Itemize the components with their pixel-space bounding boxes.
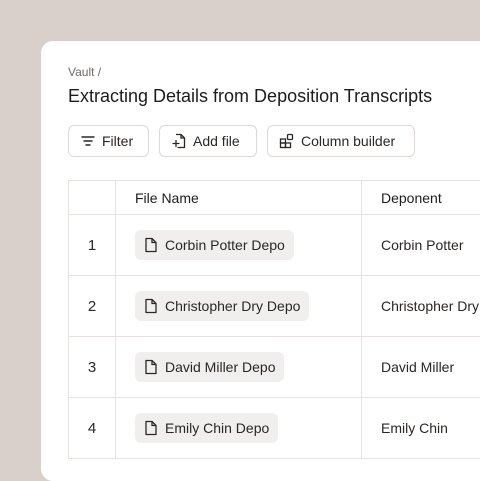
file-name-cell: Christopher Dry Depo — [116, 276, 362, 336]
filter-icon — [81, 136, 95, 146]
row-index: 3 — [69, 337, 116, 397]
header-file-name[interactable]: File Name — [116, 181, 362, 214]
deponent-cell: Corbin Potter — [381, 237, 464, 253]
table-row[interactable]: 2 Christopher Dry Depo Christopher Dry — [69, 276, 480, 337]
document-icon — [145, 298, 157, 314]
file-chip-label: Christopher Dry Depo — [165, 298, 301, 314]
row-index: 1 — [69, 215, 116, 275]
file-name-cell: Emily Chin Depo — [116, 398, 362, 458]
row-index: 2 — [69, 276, 116, 336]
file-chip[interactable]: David Miller Depo — [135, 352, 285, 382]
add-file-icon — [172, 133, 186, 149]
file-chip-label: Corbin Potter Depo — [165, 237, 285, 253]
column-builder-button[interactable]: Column builder — [267, 125, 415, 157]
file-chip-label: Emily Chin Depo — [165, 420, 270, 436]
filter-button[interactable]: Filter — [68, 125, 149, 157]
file-name-cell: Corbin Potter Depo — [116, 215, 362, 275]
table-header-row: File Name Deponent — [69, 181, 480, 215]
file-chip[interactable]: Corbin Potter Depo — [135, 230, 294, 260]
deponent-cell: David Miller — [381, 359, 455, 375]
add-file-button[interactable]: Add file — [159, 125, 257, 157]
row-index: 4 — [69, 398, 116, 458]
file-chip-label: David Miller Depo — [165, 359, 276, 375]
filter-label: Filter — [102, 133, 134, 149]
files-table: File Name Deponent 1 Corbin Potter Depo … — [68, 180, 480, 459]
add-file-label: Add file — [193, 133, 240, 149]
column-builder-label: Column builder — [301, 133, 396, 149]
header-deponent[interactable]: Deponent — [362, 181, 480, 214]
table-row[interactable]: 4 Emily Chin Depo Emily Chin — [69, 398, 480, 459]
file-chip[interactable]: Christopher Dry Depo — [135, 291, 310, 321]
document-icon — [145, 237, 157, 253]
main-panel: Vault / Extracting Details from Depositi… — [41, 41, 480, 481]
deponent-cell: Emily Chin — [381, 420, 448, 436]
column-builder-icon — [279, 133, 294, 149]
table-row[interactable]: 1 Corbin Potter Depo Corbin Potter — [69, 215, 480, 276]
file-name-cell: David Miller Depo — [116, 337, 362, 397]
document-icon — [145, 359, 157, 375]
file-chip[interactable]: Emily Chin Depo — [135, 413, 279, 443]
page-title: Extracting Details from Deposition Trans… — [68, 86, 433, 106]
breadcrumb[interactable]: Vault / — [68, 65, 101, 79]
deponent-cell: Christopher Dry — [381, 298, 480, 314]
header-index — [69, 181, 116, 214]
document-icon — [145, 420, 157, 436]
table-row[interactable]: 3 David Miller Depo David Miller — [69, 337, 480, 398]
